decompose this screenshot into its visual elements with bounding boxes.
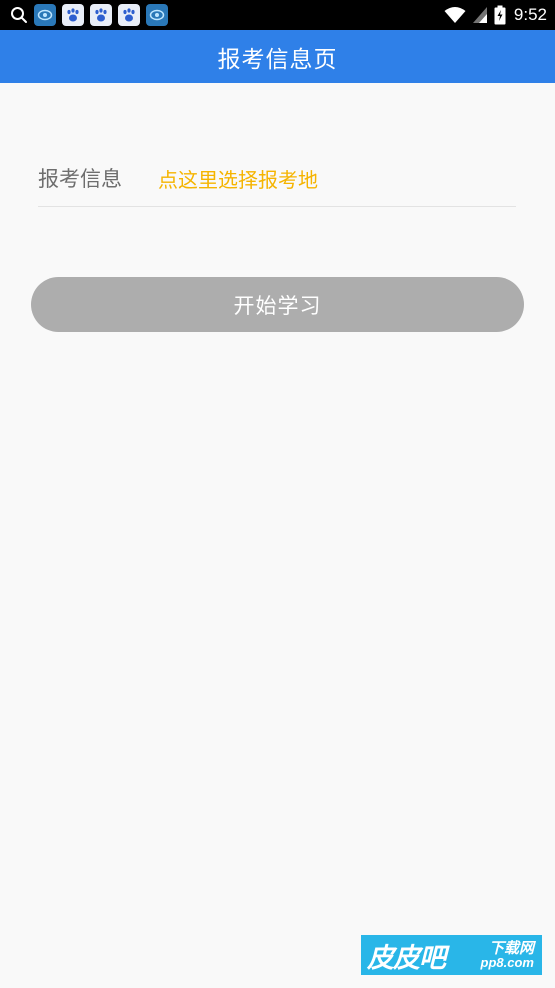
search-icon <box>10 6 28 24</box>
start-learning-button[interactable]: 开始学习 <box>31 277 524 332</box>
battery-charging-icon <box>494 5 506 25</box>
select-exam-location-link[interactable]: 点这里选择报考地 <box>158 164 318 193</box>
baidu-paw-icon <box>90 4 112 26</box>
notification-icons <box>10 4 168 26</box>
page-title: 报考信息页 <box>217 46 338 73</box>
exam-info-row: 报考信息 点这里选择报考地 <box>38 150 516 207</box>
exam-info-label: 报考信息 <box>38 167 122 191</box>
baidu-paw-icon <box>118 4 140 26</box>
status-bar: 9:52 <box>0 0 555 30</box>
watermark-domain: pp8.com <box>480 955 534 970</box>
system-icons: 9:52 <box>444 5 547 25</box>
watermark-logo: 皮皮吧 下载网 pp8.com <box>361 935 542 975</box>
baidu-paw-icon <box>62 4 84 26</box>
watermark-right: 下载网 pp8.com <box>480 939 536 970</box>
wifi-icon <box>444 6 466 24</box>
watermark-sub-text: 下载网 <box>488 939 534 957</box>
browser-icon <box>146 4 168 26</box>
clock-time: 9:52 <box>513 5 547 24</box>
watermark-main-text: 皮皮吧 <box>367 942 446 974</box>
browser-icon <box>34 4 56 26</box>
signal-icon <box>472 6 488 24</box>
app-bar: 报考信息页 <box>0 30 555 83</box>
